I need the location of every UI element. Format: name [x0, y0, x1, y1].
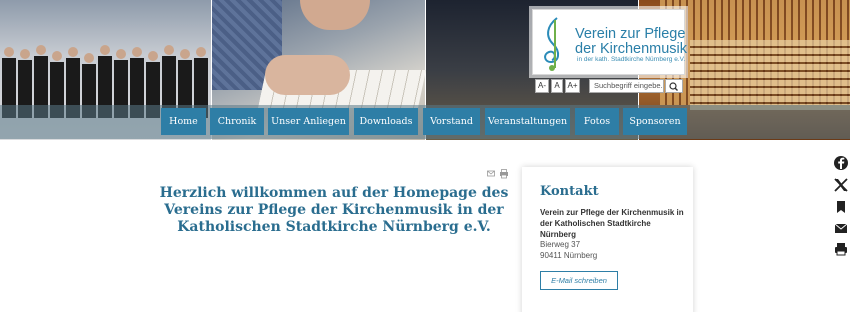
nav-veranstaltungen[interactable]: Veranstaltungen: [485, 108, 570, 135]
nav-unser-anliegen[interactable]: Unser Anliegen: [268, 108, 349, 135]
bookmark-icon[interactable]: [832, 198, 850, 216]
nav-sponsoren[interactable]: Sponsoren: [623, 108, 687, 135]
nav-downloads[interactable]: Downloads: [354, 108, 418, 135]
logo-subtitle: in der kath. Stadtkirche Nürnberg e.V.: [577, 56, 686, 63]
facebook-icon[interactable]: [832, 154, 850, 172]
page: Verein zur Pflege der Kirchenmusik in de…: [0, 0, 850, 312]
search-icon: [669, 82, 678, 91]
organist-hand: [265, 55, 350, 95]
article-tools: [487, 169, 508, 179]
contact-organization: Verein zur Pflege der Kirchenmusik in de…: [540, 208, 684, 240]
print-icon[interactable]: [832, 240, 850, 258]
logo-title-line1: Verein zur Pflege: [575, 26, 686, 42]
search-input[interactable]: Suchbegriff eingebe...: [589, 79, 664, 93]
nav-chronik[interactable]: Chronik: [210, 108, 264, 135]
font-normal-button[interactable]: A: [551, 79, 563, 93]
nav-home[interactable]: Home: [161, 108, 206, 135]
font-smaller-button[interactable]: A-: [535, 79, 549, 93]
search-button[interactable]: [665, 79, 683, 93]
page-title: Herzlich willkommen auf der Homepage des…: [159, 185, 509, 235]
contact-street: Bierweg 37: [540, 240, 581, 249]
email-article-icon[interactable]: [487, 170, 495, 177]
print-article-icon[interactable]: [500, 169, 508, 179]
nav-fotos[interactable]: Fotos: [575, 108, 619, 135]
logo-title-line2: der Kirchenmusik: [575, 41, 688, 57]
contact-title: Kontakt: [540, 184, 599, 199]
mail-icon[interactable]: [832, 219, 850, 237]
organ-manuals: [690, 40, 850, 110]
email-button[interactable]: E-Mail schreiben: [540, 271, 618, 290]
font-larger-button[interactable]: A+: [565, 79, 580, 93]
treble-clef-icon: [544, 17, 559, 71]
contact-city: 90411 Nürnberg: [540, 251, 598, 260]
nav-vorstand[interactable]: Vorstand: [423, 108, 480, 135]
site-logo[interactable]: Verein zur Pflege der Kirchenmusik in de…: [532, 9, 688, 75]
x-icon[interactable]: [832, 176, 850, 194]
contact-box: Kontakt Verein zur Pflege der Kirchenmus…: [522, 167, 693, 312]
